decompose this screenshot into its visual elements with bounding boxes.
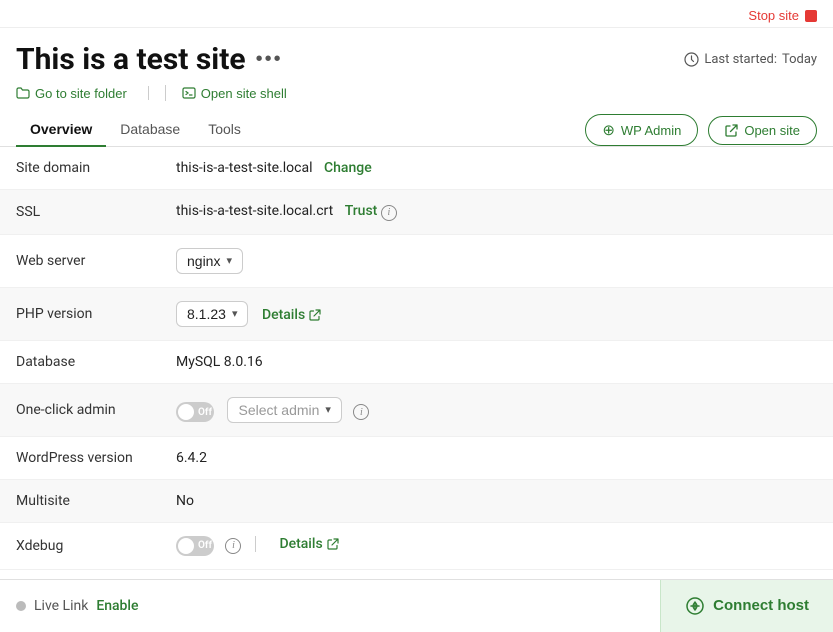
field-value-one-click-admin: Off Select admin ▾ i (160, 383, 833, 436)
connect-host-button[interactable]: Connect host (660, 580, 833, 632)
tabs-left: Overview Database Tools (16, 113, 255, 146)
external-link-icon (725, 124, 738, 137)
field-value-multisite: No (160, 479, 833, 522)
field-label-database: Database (0, 340, 160, 383)
tabs-row: Overview Database Tools ⊕ WP Admin Open … (0, 113, 833, 147)
one-click-admin-toggle[interactable]: Off (176, 402, 214, 422)
external-link-small-icon (309, 309, 321, 321)
tab-actions: ⊕ WP Admin Open site (585, 114, 817, 146)
one-click-admin-info-icon[interactable]: i (353, 404, 369, 420)
ssl-info-icon[interactable]: i (381, 205, 397, 221)
php-details-link[interactable]: Details (262, 307, 321, 323)
go-to-folder-button[interactable]: Go to site folder (16, 86, 149, 101)
tab-overview[interactable]: Overview (16, 113, 106, 147)
tab-database[interactable]: Database (106, 113, 194, 147)
stop-icon (805, 10, 817, 22)
clock-icon (684, 52, 699, 67)
title-meta-row: This is a test site ••• Last started: To… (16, 42, 817, 77)
divider (165, 85, 166, 101)
site-title: This is a test site (16, 42, 246, 77)
open-site-label: Open site (744, 123, 800, 138)
live-dot (16, 601, 26, 611)
stop-site-label: Stop site (748, 8, 799, 23)
field-value-wp-version: 6.4.2 (160, 436, 833, 479)
field-label-web-server: Web server (0, 234, 160, 287)
trust-link[interactable]: Trust (345, 203, 378, 219)
open-shell-button[interactable]: Open site shell (182, 86, 287, 101)
field-label-multisite: Multisite (0, 479, 160, 522)
fields-table: Site domain this-is-a-test-site.local Ch… (0, 147, 833, 570)
xdebug-info-icon[interactable]: i (225, 538, 241, 554)
folder-icon (16, 86, 30, 100)
field-value-xdebug: Off i Details (160, 522, 833, 569)
bottom-bar: Live Link Enable Connect host (0, 579, 833, 631)
field-value-ssl: this-is-a-test-site.local.crt Trust i (160, 190, 833, 235)
site-title-row: This is a test site ••• (16, 42, 283, 77)
live-link-label: Live Link (34, 598, 88, 614)
field-label-wp-version: WordPress version (0, 436, 160, 479)
wp-admin-button[interactable]: ⊕ WP Admin (585, 114, 698, 146)
web-server-dropdown[interactable]: nginx ▾ (176, 248, 243, 274)
connect-host-icon (685, 596, 705, 616)
open-shell-label: Open site shell (201, 86, 287, 101)
table-row: Web server nginx ▾ (0, 234, 833, 287)
divider (255, 536, 256, 552)
last-started-label: Last started: (704, 52, 777, 67)
title-area: This is a test site ••• Last started: To… (0, 28, 833, 101)
table-row: Site domain this-is-a-test-site.local Ch… (0, 147, 833, 190)
terminal-icon (182, 86, 196, 100)
live-link-area: Live Link Enable (16, 598, 139, 614)
table-row: Database MySQL 8.0.16 (0, 340, 833, 383)
table-row: WordPress version 6.4.2 (0, 436, 833, 479)
wp-admin-label: WP Admin (621, 123, 681, 138)
select-admin-dropdown[interactable]: Select admin ▾ (227, 397, 341, 423)
field-value-database: MySQL 8.0.16 (160, 340, 833, 383)
field-label-ssl: SSL (0, 190, 160, 235)
toggle-knob (178, 538, 194, 554)
tab-tools[interactable]: Tools (194, 113, 255, 147)
chevron-down-icon: ▾ (232, 307, 238, 320)
stop-site-button[interactable]: Stop site (748, 8, 817, 23)
chevron-down-icon: ▾ (325, 403, 331, 416)
go-to-folder-label: Go to site folder (35, 86, 127, 101)
table-row: SSL this-is-a-test-site.local.crt Trust … (0, 190, 833, 235)
change-domain-link[interactable]: Change (324, 160, 372, 176)
php-version-dropdown[interactable]: 8.1.23 ▾ (176, 301, 248, 327)
connect-host-label: Connect host (713, 597, 809, 614)
more-options-button[interactable]: ••• (256, 48, 283, 71)
table-row: PHP version 8.1.23 ▾ Details (0, 287, 833, 340)
last-started-value: Today (782, 52, 817, 67)
field-value-site-domain: this-is-a-test-site.local Change (160, 147, 833, 190)
last-started: Last started: Today (684, 52, 817, 67)
external-link-small-icon (327, 538, 339, 550)
field-label-one-click-admin: One-click admin (0, 383, 160, 436)
xdebug-details-link[interactable]: Details (279, 536, 338, 552)
wp-icon: ⊕ (602, 121, 615, 139)
open-site-button[interactable]: Open site (708, 116, 817, 145)
field-label-php-version: PHP version (0, 287, 160, 340)
chevron-down-icon: ▾ (226, 254, 232, 267)
field-label-site-domain: Site domain (0, 147, 160, 190)
enable-live-link[interactable]: Enable (96, 598, 138, 614)
table-row: Xdebug Off i Details (0, 522, 833, 569)
table-row: Multisite No (0, 479, 833, 522)
field-value-php-version: 8.1.23 ▾ Details (160, 287, 833, 340)
xdebug-toggle[interactable]: Off (176, 536, 214, 556)
top-bar: Stop site (0, 0, 833, 28)
table-row: One-click admin Off Select admin ▾ i (0, 383, 833, 436)
toggle-knob (178, 404, 194, 420)
field-value-web-server: nginx ▾ (160, 234, 833, 287)
quick-actions: Go to site folder Open site shell (16, 85, 817, 101)
field-label-xdebug: Xdebug (0, 522, 160, 569)
